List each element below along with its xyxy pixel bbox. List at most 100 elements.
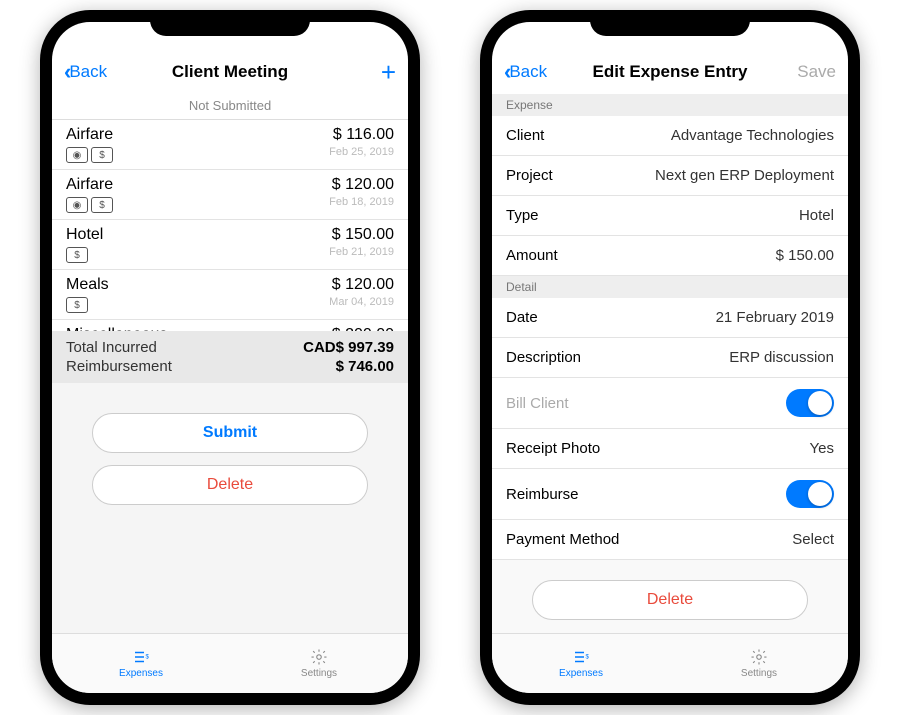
tab-settings-label: Settings	[741, 668, 777, 679]
camera-icon: ◉	[66, 147, 88, 163]
expense-amount: $ 116.00	[329, 126, 394, 144]
money-icon: $	[66, 297, 88, 313]
expense-amount: $ 120.00	[329, 276, 394, 294]
back-button[interactable]: ‹ Back	[64, 59, 107, 85]
svg-text:$: $	[146, 655, 150, 661]
client-value: Advantage Technologies	[671, 127, 834, 144]
expense-badges: $	[66, 297, 109, 313]
expense-name: Meals	[66, 276, 109, 294]
date-label: Date	[506, 309, 538, 326]
expense-name: Airfare	[66, 126, 113, 144]
totals-panel: Total Incurred CAD$ 997.39 Reimbursement…	[52, 331, 408, 383]
expense-amount: $ 120.00	[329, 176, 394, 194]
back-label: Back	[509, 62, 547, 82]
navbar: ‹ Back Client Meeting +	[52, 50, 408, 94]
expense-badges: ◉$	[66, 147, 113, 163]
money-icon: $	[66, 247, 88, 263]
total-incurred-value: CAD$ 997.39	[303, 339, 394, 356]
expense-badges: $	[66, 247, 103, 263]
project-value: Next gen ERP Deployment	[655, 167, 834, 184]
client-label: Client	[506, 127, 544, 144]
project-label: Project	[506, 167, 553, 184]
expense-amount: $ 150.00	[329, 226, 394, 244]
amount-label: Amount	[506, 247, 558, 264]
tab-settings-label: Settings	[301, 668, 337, 679]
screen-left: ‹ Back Client Meeting + Not Submitted Ai…	[52, 22, 408, 693]
delete-button[interactable]: Delete	[92, 465, 368, 505]
phone-right: ‹ Back Edit Expense Entry Save Expense C…	[480, 10, 860, 705]
camera-icon: ◉	[66, 197, 88, 213]
expense-row[interactable]: Hotel$$ 150.00Feb 21, 2019	[52, 220, 408, 270]
expense-row[interactable]: Airfare ◉$ $ 120.00 Feb 18, 2019	[52, 170, 408, 220]
row-project[interactable]: Project Next gen ERP Deployment	[492, 156, 848, 196]
receipt-value: Yes	[810, 440, 834, 457]
gear-icon	[749, 648, 769, 666]
tabbar: $ Expenses Settings	[492, 633, 848, 693]
delete-area: Delete	[492, 560, 848, 633]
date-value: 21 February 2019	[716, 309, 834, 326]
delete-button[interactable]: Delete	[532, 580, 808, 620]
payment-label: Payment Method	[506, 531, 619, 548]
expense-row[interactable]: Miscellaneous◉$$ 200.00Feb 22, 2019	[52, 320, 408, 331]
tab-expenses[interactable]: $ Expenses	[52, 634, 230, 693]
money-icon: $	[91, 197, 113, 213]
receipt-label: Receipt Photo	[506, 440, 600, 457]
row-reimburse: Reimburse	[492, 469, 848, 520]
add-button[interactable]: +	[364, 57, 396, 88]
tab-expenses-label: Expenses	[559, 668, 603, 679]
description-value: ERP discussion	[729, 349, 834, 366]
type-value: Hotel	[799, 207, 834, 224]
expense-date: Mar 04, 2019	[329, 296, 394, 308]
row-payment-method[interactable]: Payment Method Select	[492, 520, 848, 560]
amount-value: $ 150.00	[776, 247, 834, 264]
save-button[interactable]: Save	[797, 62, 836, 82]
expense-list: Airfare◉$$ 116.00Feb 25, 2019Airfare◉$$ …	[52, 120, 408, 331]
status-label: Not Submitted	[52, 94, 408, 120]
expense-row[interactable]: Meals $ $ 120.00 Mar 04, 2019	[52, 270, 408, 320]
svg-text:$: $	[586, 655, 590, 661]
reimburse-toggle[interactable]	[786, 480, 834, 508]
row-description[interactable]: Description ERP discussion	[492, 338, 848, 378]
row-type[interactable]: Type Hotel	[492, 196, 848, 236]
phone-left: ‹ Back Client Meeting + Not Submitted Ai…	[40, 10, 420, 705]
reimbursement-label: Reimbursement	[66, 358, 172, 375]
money-icon: $	[91, 147, 113, 163]
expense-name: Airfare	[66, 176, 113, 194]
expense-date: Feb 21, 2019	[329, 246, 394, 258]
expense-row[interactable]: Airfare ◉$ $ 116.00 Feb 25, 2019	[52, 120, 408, 170]
tab-settings[interactable]: Settings	[670, 634, 848, 693]
back-button[interactable]: ‹ Back	[504, 59, 547, 85]
reimbursement-value: $ 746.00	[336, 358, 394, 375]
list-icon: $	[571, 648, 591, 666]
tab-settings[interactable]: Settings	[230, 634, 408, 693]
section-expense: Expense	[492, 94, 848, 116]
payment-value: Select	[792, 531, 834, 548]
gear-icon	[309, 648, 329, 666]
tab-expenses[interactable]: $ Expenses	[492, 634, 670, 693]
tab-expenses-label: Expenses	[119, 668, 163, 679]
row-receipt-photo[interactable]: Receipt Photo Yes	[492, 429, 848, 469]
screen-right: ‹ Back Edit Expense Entry Save Expense C…	[492, 22, 848, 693]
row-client[interactable]: Client Advantage Technologies	[492, 116, 848, 156]
tabbar: $ Expenses Settings	[52, 633, 408, 693]
reimburse-label: Reimburse	[506, 486, 579, 503]
bill-client-label: Bill Client	[506, 395, 569, 412]
bill-client-toggle[interactable]	[786, 389, 834, 417]
expense-badges: ◉$	[66, 197, 113, 213]
row-date[interactable]: Date 21 February 2019	[492, 298, 848, 338]
row-bill-client: Bill Client	[492, 378, 848, 429]
notch	[590, 10, 750, 36]
notch	[150, 10, 310, 36]
section-detail: Detail	[492, 276, 848, 298]
action-buttons: Submit Delete	[52, 383, 408, 634]
row-amount[interactable]: Amount $ 150.00	[492, 236, 848, 276]
submit-button[interactable]: Submit	[92, 413, 368, 453]
expense-date: Feb 18, 2019	[329, 196, 394, 208]
list-icon: $	[131, 648, 151, 666]
type-label: Type	[506, 207, 539, 224]
expense-date: Feb 25, 2019	[329, 146, 394, 158]
navbar: ‹ Back Edit Expense Entry Save	[492, 50, 848, 94]
description-label: Description	[506, 349, 581, 366]
total-incurred-label: Total Incurred	[66, 339, 157, 356]
back-label: Back	[69, 62, 107, 82]
